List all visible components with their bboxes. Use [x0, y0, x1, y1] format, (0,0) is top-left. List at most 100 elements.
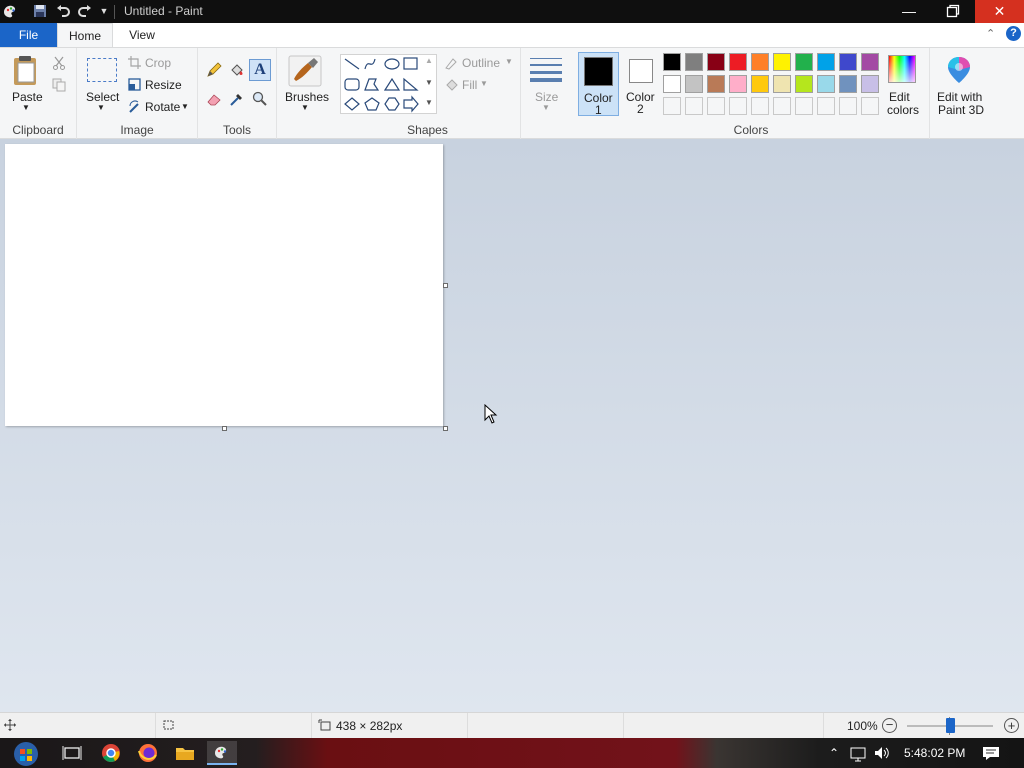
help-icon[interactable]: ?	[1006, 26, 1021, 41]
fill-icon[interactable]	[444, 78, 459, 92]
tab-view[interactable]: View	[117, 23, 167, 47]
palette-swatch[interactable]	[729, 53, 747, 71]
task-view-icon[interactable]	[59, 741, 85, 765]
custom-color-slot[interactable]	[839, 97, 857, 115]
palette-swatch[interactable]	[685, 75, 703, 93]
start-button[interactable]	[8, 741, 44, 766]
color1-button[interactable]: Color 1	[578, 52, 619, 117]
palette-swatch[interactable]	[663, 53, 681, 71]
custom-color-slot[interactable]	[861, 97, 879, 115]
save-icon[interactable]	[32, 3, 48, 19]
paste-icon[interactable]	[12, 55, 42, 87]
paste-dropdown-icon[interactable]: ▼	[22, 103, 30, 112]
outline-button[interactable]: Outline	[462, 56, 500, 70]
brushes-button[interactable]: Brushes	[285, 90, 329, 104]
tab-home[interactable]: Home	[57, 23, 113, 48]
palette-swatch[interactable]	[707, 53, 725, 71]
palette-swatch[interactable]	[663, 75, 681, 93]
canvas-resize-handle-corner[interactable]	[443, 426, 448, 431]
fill-dropdown-icon[interactable]: ▼	[480, 79, 488, 88]
color2-button[interactable]: Color 2	[621, 52, 661, 116]
clock[interactable]: 5:48:02 PM	[904, 746, 965, 760]
paint-taskbar-icon[interactable]	[207, 741, 237, 765]
firefox-icon[interactable]	[135, 741, 161, 765]
resize-button[interactable]: Resize	[145, 78, 182, 92]
close-button[interactable]: ✕	[975, 0, 1024, 23]
size-button[interactable]: Size	[535, 90, 558, 104]
shapes-scroll-down-icon[interactable]: ▼	[425, 78, 433, 87]
edit-colors-label[interactable]: Edit	[889, 90, 910, 104]
palette-swatch[interactable]	[729, 75, 747, 93]
collapse-ribbon-icon[interactable]: ⌃	[986, 27, 995, 40]
tab-file[interactable]: File	[0, 23, 57, 47]
custom-color-slot[interactable]	[663, 97, 681, 115]
text-tool-icon[interactable]: A	[249, 59, 271, 81]
rotate-button[interactable]: Rotate	[145, 100, 180, 114]
size-dropdown-icon[interactable]: ▼	[542, 103, 550, 112]
custom-color-slot[interactable]	[729, 97, 747, 115]
rotate-dropdown-icon[interactable]: ▼	[181, 102, 189, 111]
palette-swatch[interactable]	[817, 75, 835, 93]
palette-swatch[interactable]	[817, 53, 835, 71]
paint3d-label-2[interactable]: Paint 3D	[938, 103, 984, 117]
drawing-canvas[interactable]	[5, 144, 443, 426]
cut-icon[interactable]	[52, 56, 66, 70]
canvas-resize-handle-bottom[interactable]	[222, 426, 227, 431]
custom-color-slot[interactable]	[751, 97, 769, 115]
rotate-icon[interactable]	[128, 100, 142, 113]
palette-swatch[interactable]	[795, 75, 813, 93]
palette-swatch[interactable]	[773, 53, 791, 71]
zoom-out-button[interactable]: −	[882, 718, 897, 733]
brush-icon[interactable]	[288, 55, 322, 87]
file-explorer-icon[interactable]	[172, 741, 198, 765]
volume-icon[interactable]	[872, 741, 892, 765]
paste-button[interactable]: Paste	[12, 90, 43, 104]
eraser-icon[interactable]	[206, 91, 222, 107]
pencil-icon[interactable]	[206, 62, 222, 78]
palette-swatch[interactable]	[861, 53, 879, 71]
zoom-in-button[interactable]: +	[1004, 718, 1019, 733]
redo-icon[interactable]	[77, 3, 93, 19]
shapes-more-icon[interactable]: ▼	[425, 98, 433, 107]
palette-swatch[interactable]	[707, 75, 725, 93]
crop-button[interactable]: Crop	[145, 56, 171, 70]
copy-icon[interactable]	[52, 78, 66, 92]
crop-icon[interactable]	[128, 56, 141, 69]
color-picker-icon[interactable]	[229, 91, 245, 107]
fill-bucket-icon[interactable]	[229, 62, 245, 78]
zoom-slider-thumb[interactable]	[946, 718, 955, 733]
outline-dropdown-icon[interactable]: ▼	[505, 57, 513, 66]
fill-button[interactable]: Fill	[462, 78, 477, 92]
palette-swatch[interactable]	[773, 75, 791, 93]
restore-button[interactable]	[931, 0, 975, 23]
minimize-button[interactable]: —	[887, 0, 931, 23]
edit-colors-label-2[interactable]: colors	[887, 103, 919, 117]
chrome-icon[interactable]	[98, 741, 124, 765]
shapes-scroll-up-icon[interactable]: ▲	[425, 56, 433, 65]
palette-swatch[interactable]	[795, 53, 813, 71]
customize-quick-access-icon[interactable]: ▼	[96, 3, 112, 19]
custom-color-slot[interactable]	[707, 97, 725, 115]
edit-colors-icon[interactable]	[888, 55, 916, 83]
action-center-icon[interactable]	[980, 741, 1002, 765]
palette-swatch[interactable]	[839, 53, 857, 71]
brushes-dropdown-icon[interactable]: ▼	[301, 103, 309, 112]
custom-color-slot[interactable]	[795, 97, 813, 115]
outline-icon[interactable]	[444, 56, 459, 70]
palette-swatch[interactable]	[839, 75, 857, 93]
paint3d-icon[interactable]	[946, 55, 972, 85]
paint3d-label[interactable]: Edit with	[937, 90, 982, 104]
canvas-resize-handle-right[interactable]	[443, 283, 448, 288]
select-button[interactable]: Select	[86, 90, 119, 104]
palette-swatch[interactable]	[685, 53, 703, 71]
custom-color-slot[interactable]	[817, 97, 835, 115]
line-size-icon[interactable]	[530, 57, 562, 83]
custom-color-slot[interactable]	[773, 97, 791, 115]
network-icon[interactable]	[848, 741, 868, 765]
palette-swatch[interactable]	[751, 53, 769, 71]
magnifier-icon[interactable]	[252, 91, 268, 107]
select-icon[interactable]	[87, 58, 117, 82]
paint-app-icon[interactable]	[2, 3, 18, 19]
show-hidden-icons-icon[interactable]: ⌃	[826, 741, 842, 765]
select-dropdown-icon[interactable]: ▼	[97, 103, 105, 112]
